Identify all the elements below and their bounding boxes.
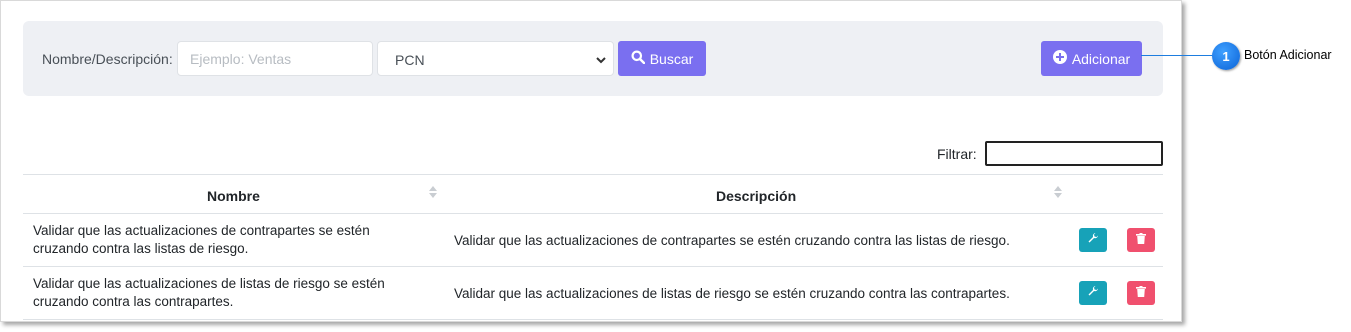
- callout-text: Botón Adicionar: [1244, 48, 1332, 62]
- wrench-icon: [1087, 284, 1099, 302]
- app-frame: Nombre/Descripción: PCN Buscar Adicionar…: [0, 0, 1182, 322]
- filter-input[interactable]: [985, 141, 1163, 166]
- filter-label: Filtrar:: [937, 146, 977, 162]
- table-row: Validar que las actualizaciones de lista…: [23, 267, 1163, 320]
- type-select[interactable]: PCN: [377, 41, 614, 76]
- delete-button[interactable]: [1127, 281, 1155, 305]
- trash-icon: [1136, 231, 1146, 249]
- type-select-value: PCN: [395, 52, 425, 68]
- sort-icon[interactable]: [429, 186, 437, 198]
- add-button[interactable]: Adicionar: [1041, 41, 1142, 76]
- table-header: Nombre Descripción: [23, 174, 1163, 214]
- search-input[interactable]: [177, 41, 373, 76]
- column-header-description[interactable]: Descripción: [716, 188, 796, 204]
- callout-marker: 1: [1212, 42, 1240, 70]
- row-name: Validar que las actualizaciones de lista…: [33, 276, 385, 309]
- column-header-name[interactable]: Nombre: [207, 188, 260, 204]
- trash-icon: [1136, 284, 1146, 302]
- delete-button[interactable]: [1127, 228, 1155, 252]
- edit-button[interactable]: [1079, 228, 1107, 252]
- row-description: Validar que las actualizaciones de contr…: [454, 233, 1010, 248]
- search-icon: [631, 50, 645, 67]
- callout-line: [1141, 55, 1214, 56]
- chevron-down-icon: [595, 53, 607, 69]
- row-name: Validar que las actualizaciones de contr…: [33, 223, 370, 256]
- search-button[interactable]: Buscar: [618, 41, 706, 76]
- name-description-label: Nombre/Descripción:: [42, 51, 173, 67]
- table-row: Validar que las actualizaciones de contr…: [23, 214, 1163, 267]
- plus-circle-icon: [1052, 50, 1067, 67]
- edit-button[interactable]: [1079, 281, 1107, 305]
- sort-icon[interactable]: [1054, 186, 1062, 198]
- add-button-label: Adicionar: [1071, 50, 1131, 67]
- row-description: Validar que las actualizaciones de lista…: [454, 286, 1010, 301]
- wrench-icon: [1087, 231, 1099, 249]
- search-button-label: Buscar: [649, 50, 694, 67]
